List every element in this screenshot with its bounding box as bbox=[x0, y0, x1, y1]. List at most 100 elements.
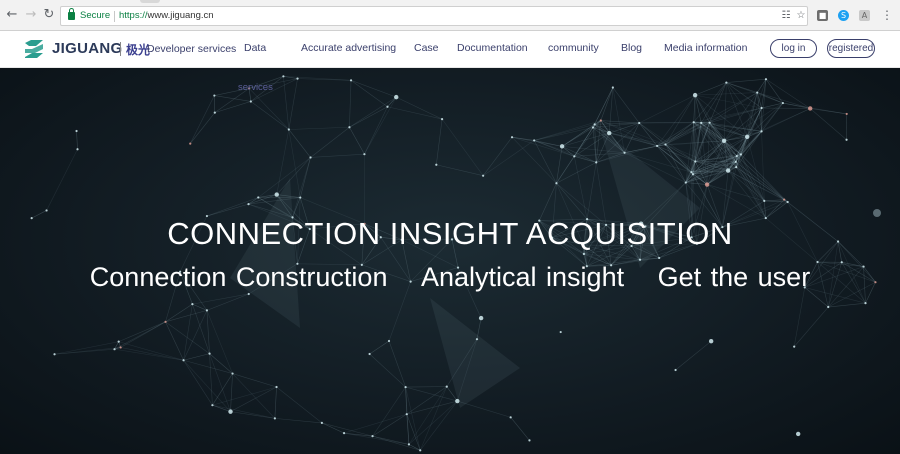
network-node bbox=[76, 148, 79, 151]
url-host: www.jiguang.cn bbox=[147, 10, 214, 21]
url-scheme: https:// bbox=[119, 10, 148, 21]
network-node bbox=[700, 121, 703, 124]
network-node bbox=[756, 91, 759, 94]
extension-a-icon[interactable]: A bbox=[859, 10, 870, 21]
network-node bbox=[510, 136, 514, 139]
network-link bbox=[209, 353, 213, 406]
network-link bbox=[511, 136, 535, 141]
arrow-left-icon[interactable]: ← bbox=[5, 8, 19, 22]
network-node bbox=[482, 174, 485, 177]
network-link bbox=[276, 157, 311, 195]
network-link bbox=[793, 306, 829, 347]
network-node bbox=[582, 252, 585, 256]
nav-accurate-advertising[interactable]: Accurate advertising bbox=[301, 42, 396, 54]
network-link bbox=[76, 130, 78, 150]
url-text[interactable]: https://www.jiguang.cn bbox=[119, 10, 214, 21]
network-node bbox=[213, 94, 216, 97]
network-node bbox=[275, 385, 278, 389]
network-node bbox=[658, 256, 661, 260]
nav-data[interactable]: Data bbox=[244, 42, 266, 54]
network-link bbox=[574, 120, 602, 157]
network-node bbox=[559, 144, 565, 149]
network-node bbox=[599, 119, 602, 122]
network-node bbox=[684, 181, 687, 184]
network-link bbox=[746, 136, 765, 201]
nav-community[interactable]: community bbox=[548, 42, 599, 54]
slide-indicator-dot[interactable] bbox=[873, 209, 881, 217]
hero-sub-user: Get the user bbox=[657, 262, 811, 292]
network-node bbox=[349, 79, 353, 82]
network-node bbox=[745, 134, 750, 140]
skype-icon[interactable]: S bbox=[838, 10, 849, 21]
network-link bbox=[310, 127, 350, 158]
network-link bbox=[192, 293, 249, 305]
network-node bbox=[734, 160, 737, 163]
network-link bbox=[190, 112, 216, 144]
nav-documentation[interactable]: Documentation bbox=[457, 42, 528, 54]
network-node bbox=[708, 121, 711, 124]
network-node bbox=[455, 398, 460, 404]
network-node bbox=[725, 168, 731, 173]
network-link bbox=[793, 287, 806, 347]
network-node bbox=[394, 94, 399, 100]
network-node bbox=[299, 196, 302, 199]
network-link bbox=[419, 400, 458, 451]
translate-icon[interactable]: ☷ bbox=[780, 10, 792, 22]
hero-sub-insight: Analytical insight bbox=[420, 262, 625, 292]
network-node bbox=[763, 199, 766, 203]
network-node bbox=[296, 77, 299, 80]
network-link bbox=[727, 170, 765, 202]
network-link bbox=[457, 400, 511, 418]
network-link bbox=[120, 347, 184, 361]
developer-services-link[interactable]: Developer services bbox=[147, 43, 236, 55]
address-bar[interactable]: Secure https://www.jiguang.cn ☷ ☆ bbox=[60, 6, 808, 26]
network-node bbox=[75, 129, 78, 133]
kebab-menu-icon[interactable]: ⋮ bbox=[880, 8, 894, 22]
network-link bbox=[638, 122, 658, 147]
network-node bbox=[387, 339, 391, 343]
network-node bbox=[781, 101, 785, 105]
reload-icon[interactable]: ↻ bbox=[42, 8, 56, 22]
network-link bbox=[694, 94, 710, 123]
nav-media-information[interactable]: Media information bbox=[664, 42, 747, 54]
network-node bbox=[445, 385, 448, 388]
network-node bbox=[690, 171, 693, 174]
network-node bbox=[691, 173, 695, 176]
network-link bbox=[665, 121, 694, 145]
network-node bbox=[764, 78, 768, 81]
network-background bbox=[30, 75, 877, 452]
network-node bbox=[692, 92, 698, 98]
network-node bbox=[533, 139, 536, 142]
address-divider bbox=[114, 11, 115, 22]
nav-case[interactable]: Case bbox=[414, 42, 439, 54]
network-node bbox=[405, 413, 408, 416]
network-link bbox=[54, 347, 121, 355]
jiguang-logo-icon[interactable] bbox=[23, 39, 45, 59]
nav-blog[interactable]: Blog bbox=[621, 42, 642, 54]
network-node bbox=[573, 155, 576, 158]
extension-bookmark-icon[interactable]: ■ bbox=[817, 10, 828, 21]
network-link bbox=[214, 101, 251, 113]
network-link bbox=[396, 96, 443, 120]
arrow-right-icon[interactable]: → bbox=[24, 8, 38, 22]
hero-subtitle: Connection Construction Analytical insig… bbox=[0, 262, 900, 293]
network-node bbox=[213, 111, 216, 114]
network-node bbox=[249, 100, 252, 103]
login-button[interactable]: log in bbox=[770, 39, 817, 58]
network-node bbox=[113, 348, 116, 351]
network-link bbox=[274, 418, 322, 424]
network-link bbox=[510, 417, 530, 441]
star-icon[interactable]: ☆ bbox=[795, 10, 807, 22]
network-node bbox=[623, 151, 626, 154]
network-link bbox=[248, 88, 290, 130]
secure-label: Secure bbox=[80, 10, 111, 21]
nav-data-services-sublabel[interactable]: services bbox=[238, 82, 273, 93]
network-link bbox=[274, 386, 277, 419]
logo-text[interactable]: JIGUANG bbox=[52, 40, 122, 57]
network-node bbox=[53, 353, 56, 356]
network-node bbox=[309, 156, 312, 159]
network-link bbox=[206, 197, 259, 217]
network-node bbox=[735, 166, 738, 169]
network-node bbox=[404, 385, 407, 389]
register-button[interactable]: registered bbox=[827, 39, 875, 58]
